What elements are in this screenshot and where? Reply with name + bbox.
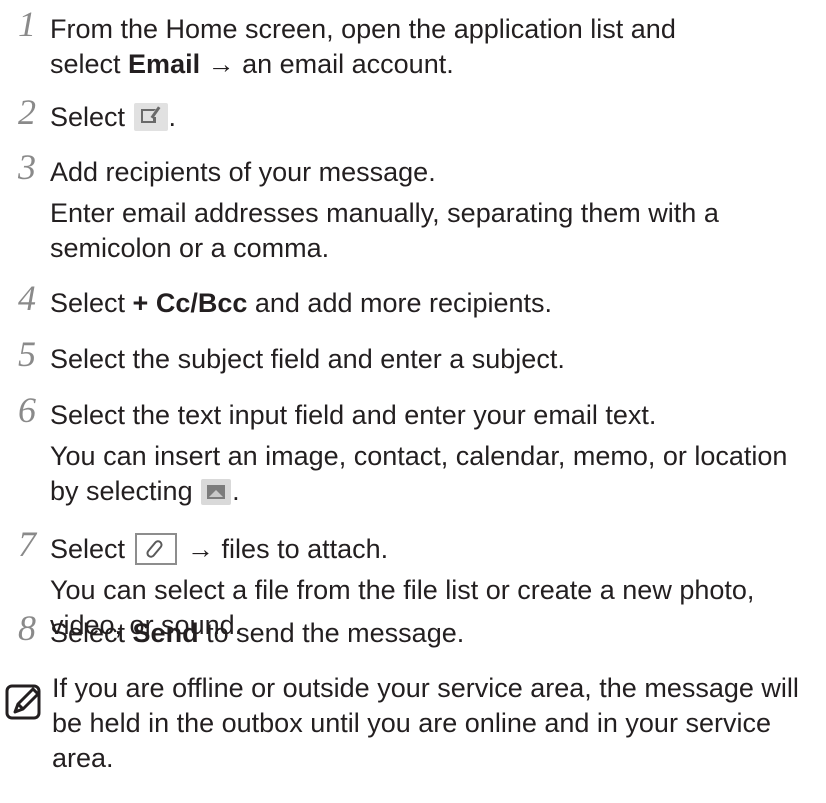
- step-text: Select Send to send the message.: [50, 618, 465, 648]
- step-text: Select + Cc/Bcc and add more recipients.: [50, 288, 553, 318]
- step-subtext: Enter email addresses manually, separati…: [50, 198, 719, 263]
- step-subtext: You can insert an image, contact, calend…: [50, 441, 788, 506]
- step-number: 1: [18, 4, 36, 44]
- step-number: 6: [18, 390, 36, 430]
- step-number: 7: [18, 524, 36, 564]
- step-text: Select the text input field and enter yo…: [50, 398, 820, 509]
- step-number: 8: [18, 608, 36, 648]
- attach-icon: [134, 533, 177, 565]
- step-text: Select .: [50, 102, 177, 132]
- cc-bcc-label: + Cc/Bcc: [132, 288, 248, 318]
- note-text: If you are offline or outside your servi…: [52, 673, 799, 773]
- step-number: 5: [18, 334, 36, 374]
- send-label: Send: [132, 618, 199, 648]
- step-number: 3: [18, 147, 36, 187]
- note-pencil-icon: [4, 682, 44, 722]
- step-text: Select the subject field and enter a sub…: [50, 344, 565, 374]
- step-text: Add recipients of your message. Enter em…: [50, 155, 820, 266]
- instruction-page: 1 From the Home screen, open the applica…: [0, 0, 826, 803]
- step-number: 4: [18, 278, 36, 318]
- email-app-label: Email: [128, 49, 201, 79]
- compose-icon: [133, 103, 168, 131]
- step-number: 2: [18, 92, 36, 132]
- step-text: From the Home screen, open the applicati…: [50, 14, 676, 79]
- image-icon: [201, 479, 232, 505]
